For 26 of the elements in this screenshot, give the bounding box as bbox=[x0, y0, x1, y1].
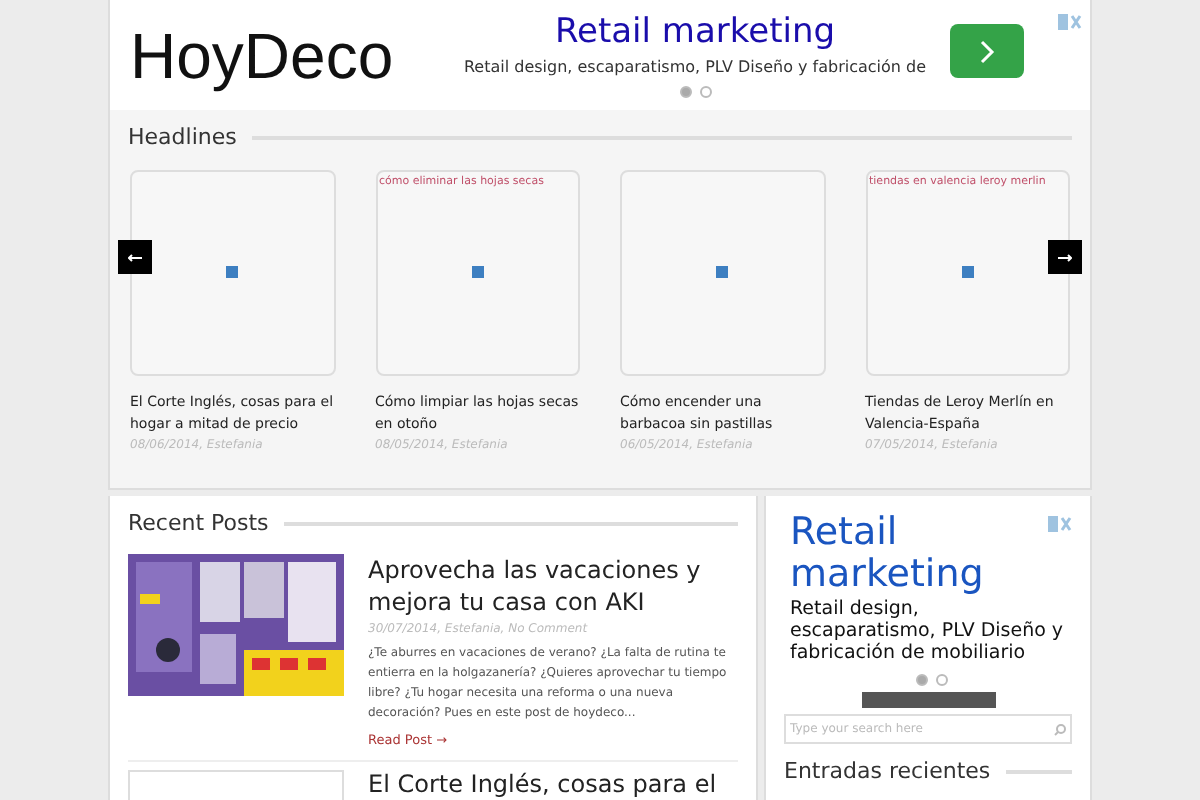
broken-image-icon bbox=[961, 266, 974, 278]
ad-choices-icon[interactable] bbox=[1058, 14, 1082, 30]
ad-next-button[interactable] bbox=[950, 24, 1024, 78]
thumbnail-placeholder[interactable] bbox=[620, 169, 825, 375]
ad-title[interactable]: Retail marketing bbox=[554, 12, 836, 52]
search-icon bbox=[1054, 723, 1066, 735]
chevron-right-icon bbox=[979, 39, 995, 63]
next-arrow-button[interactable] bbox=[1048, 240, 1082, 274]
previous-arrow-button[interactable] bbox=[118, 240, 152, 274]
section-title: Headlines bbox=[128, 122, 237, 154]
ad-title[interactable]: Retail marketing bbox=[790, 512, 1072, 596]
arrow-right-icon bbox=[1058, 253, 1072, 261]
site-logo[interactable]: HoyDeco bbox=[130, 7, 460, 103]
thumbnail-placeholder[interactable] bbox=[130, 169, 335, 375]
post-title[interactable]: El Corte Inglés, cosas para el bbox=[368, 770, 717, 800]
ad-button[interactable] bbox=[861, 692, 995, 708]
broken-image-icon bbox=[716, 266, 729, 278]
post-title[interactable]: Aprovecha las vacaciones y mejora tu casa con AKI bbox=[368, 553, 738, 617]
broken-image-icon bbox=[471, 266, 484, 278]
arrow-left-icon bbox=[128, 253, 142, 261]
section-title: Recent Posts bbox=[128, 508, 269, 540]
ad-text: Retail design, escaparatismo, PLV Diseño y fabricación de mobiliario bbox=[790, 598, 1066, 664]
ad-text: Retail design, escaparatismo, PLV Diseño y fabricación de bbox=[463, 56, 927, 80]
broken-image-icon bbox=[226, 266, 239, 278]
section-title: Entradas recientes bbox=[784, 756, 991, 788]
ad-choices-icon[interactable] bbox=[1048, 516, 1072, 532]
